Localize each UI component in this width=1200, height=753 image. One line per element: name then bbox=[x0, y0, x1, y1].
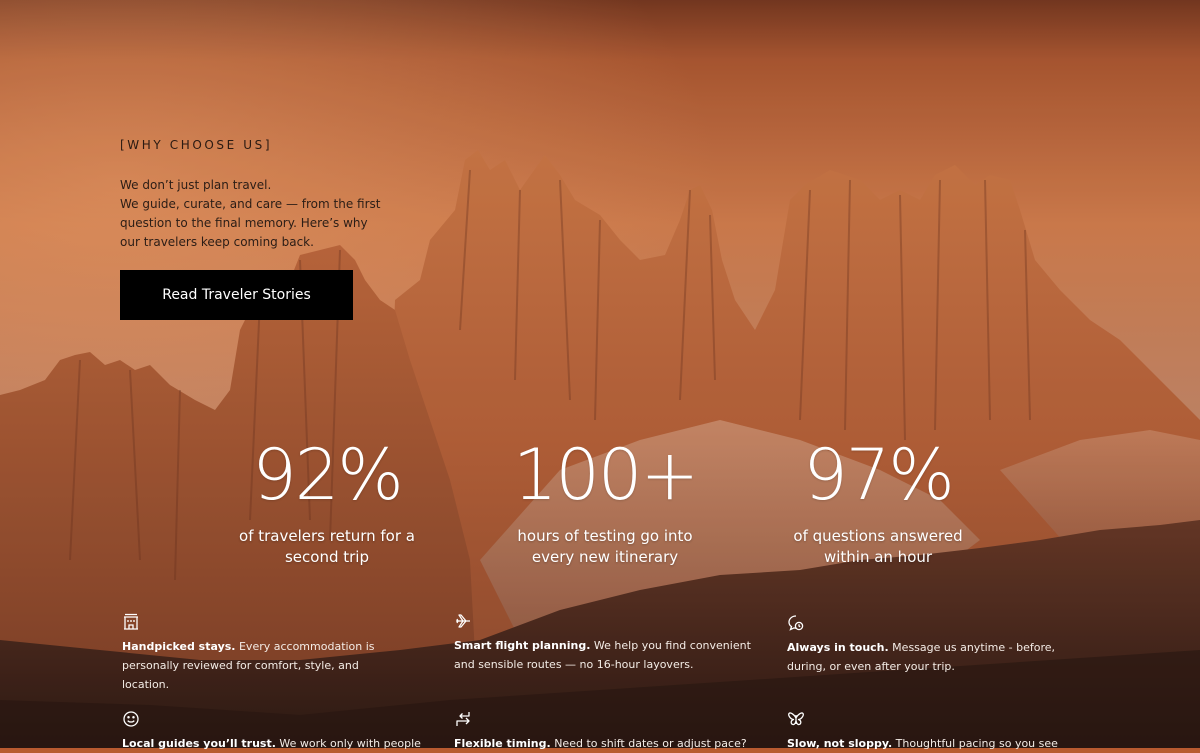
intro-line-1: We don’t just plan travel. bbox=[120, 178, 272, 192]
feature-title: Local guides you’ll trust. bbox=[122, 737, 276, 750]
feature-title: Slow, not sloppy. bbox=[787, 737, 893, 750]
stat-value: 100+ bbox=[512, 434, 699, 516]
feature-title: Handpicked stays. bbox=[122, 640, 236, 653]
stat-testing-hours: 100+ hours of testing go into every new … bbox=[500, 440, 710, 568]
read-traveler-stories-button[interactable]: Read Traveler Stories bbox=[120, 270, 353, 320]
plane-icon bbox=[456, 614, 470, 628]
hotel-icon bbox=[124, 613, 138, 630]
feature-local-guides: Local guides you’ll trust. We work only … bbox=[122, 710, 422, 753]
chat-icon bbox=[788, 615, 804, 631]
feature-slow-not-sloppy: Slow, not sloppy. Thoughtful pacing so y… bbox=[787, 710, 1067, 753]
feature-description: We work only with people bbox=[275, 737, 421, 750]
stat-value: 92% bbox=[252, 434, 404, 516]
feature-description: Thoughtful pacing so you see bbox=[892, 737, 1058, 750]
feature-title: Flexible timing. bbox=[454, 737, 551, 750]
butterfly-icon bbox=[788, 712, 804, 726]
stat-return-rate: 92% of travelers return for a second tri… bbox=[232, 440, 422, 568]
feature-handpicked-stays: Handpicked stays. Every accommodation is… bbox=[122, 613, 384, 694]
feature-title: Always in touch. bbox=[787, 641, 889, 654]
stat-caption: of travelers return for a second trip bbox=[239, 527, 415, 566]
stat-value: 97% bbox=[803, 434, 955, 516]
feature-description: Need to shift dates or adjust pace? bbox=[550, 737, 747, 750]
feature-text: Flexible timing. Need to shift dates or … bbox=[454, 734, 754, 753]
section-intro: We don’t just plan travel. We guide, cur… bbox=[120, 176, 390, 252]
feature-text: Handpicked stays. Every accommodation is… bbox=[122, 637, 384, 694]
feature-text: Local guides you’ll trust. We work only … bbox=[122, 734, 422, 753]
smile-icon bbox=[123, 711, 139, 727]
feature-text: Smart flight planning. We help you find … bbox=[454, 636, 754, 674]
section-eyebrow: [WHY CHOOSE US] bbox=[120, 138, 273, 152]
stat-response-rate: 97% of questions answered within an hour bbox=[778, 440, 978, 568]
feature-flexible-timing: Flexible timing. Need to shift dates or … bbox=[454, 710, 754, 753]
feature-always-in-touch: Always in touch. Message us anytime - be… bbox=[787, 614, 1057, 676]
stat-caption: hours of testing go into every new itine… bbox=[517, 527, 693, 566]
swap-arrows-icon bbox=[456, 712, 470, 726]
feature-text: Always in touch. Message us anytime - be… bbox=[787, 638, 1057, 676]
feature-smart-flight-planning: Smart flight planning. We help you find … bbox=[454, 612, 754, 674]
stat-caption: of questions answered within an hour bbox=[793, 527, 963, 566]
intro-line-2: We guide, curate, and care — from the fi… bbox=[120, 197, 381, 249]
feature-title: Smart flight planning. bbox=[454, 639, 591, 652]
feature-text: Slow, not sloppy. Thoughtful pacing so y… bbox=[787, 734, 1067, 753]
